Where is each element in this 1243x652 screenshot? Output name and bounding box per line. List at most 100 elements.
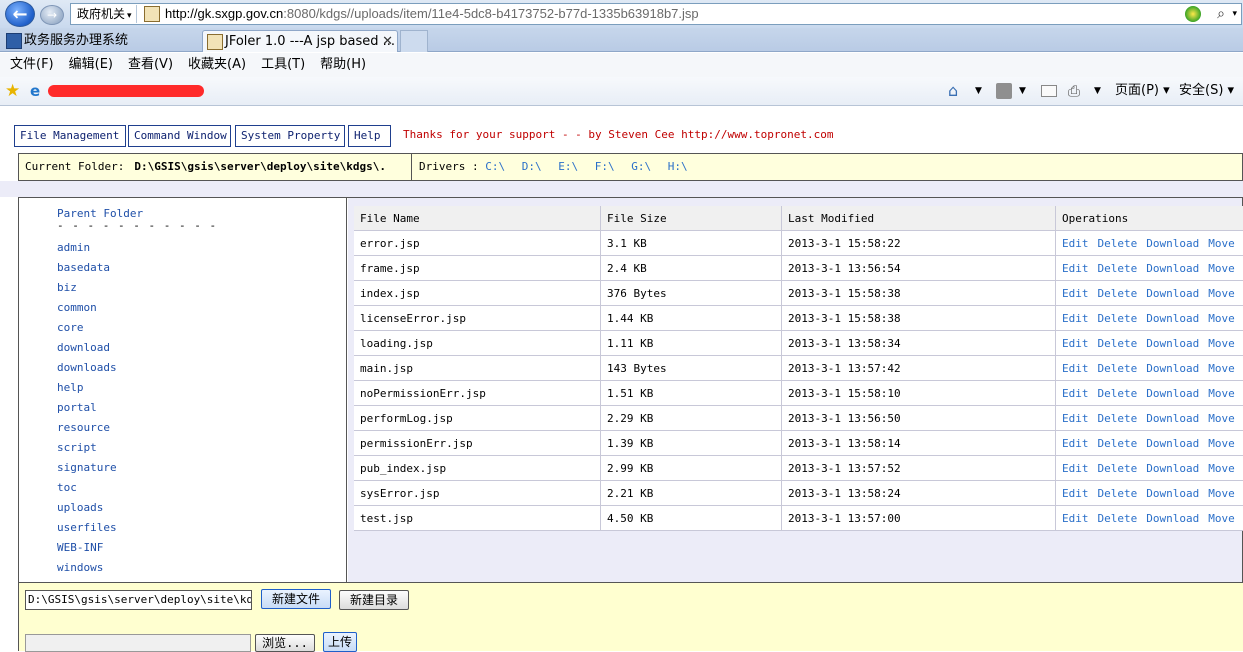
chevron-down-icon[interactable]: ▼ <box>975 81 982 101</box>
delete-link[interactable]: Delete <box>1098 512 1138 525</box>
browse-button[interactable]: 浏览... <box>255 634 315 652</box>
menu-favorites[interactable]: 收藏夹(A) <box>182 54 252 76</box>
move-link[interactable]: Move <box>1208 337 1235 350</box>
url-text[interactable]: http://gk.sxgp.gov.cn:8080/kdgs//uploads… <box>165 4 699 24</box>
folder-link[interactable]: uploads <box>57 498 117 518</box>
compatibility-view-icon[interactable] <box>1185 6 1201 22</box>
delete-link[interactable]: Delete <box>1098 387 1138 400</box>
delete-link[interactable]: Delete <box>1098 412 1138 425</box>
command-window-button[interactable]: Command Window <box>128 125 231 147</box>
delete-link[interactable]: Delete <box>1098 287 1138 300</box>
forward-button[interactable]: → <box>40 5 64 25</box>
feeds-icon[interactable] <box>996 83 1012 99</box>
menu-view[interactable]: 查看(V) <box>122 54 179 76</box>
move-link[interactable]: Move <box>1208 512 1235 525</box>
print-icon[interactable]: ⎙ <box>1068 81 1080 101</box>
edit-link[interactable]: Edit <box>1062 337 1089 350</box>
help-button[interactable]: Help <box>348 125 391 147</box>
favorites-star-icon[interactable]: ★ <box>5 81 20 101</box>
edit-link[interactable]: Edit <box>1062 287 1089 300</box>
home-icon[interactable]: ⌂ <box>948 81 958 101</box>
edit-link[interactable]: Edit <box>1062 237 1089 250</box>
folder-link[interactable]: core <box>57 318 117 338</box>
system-property-button[interactable]: System Property <box>235 125 345 147</box>
menu-file[interactable]: 文件(F) <box>4 54 60 76</box>
delete-link[interactable]: Delete <box>1098 462 1138 475</box>
move-link[interactable]: Move <box>1208 387 1235 400</box>
move-link[interactable]: Move <box>1208 412 1235 425</box>
move-link[interactable]: Move <box>1208 312 1235 325</box>
file-management-button[interactable]: File Management <box>14 125 126 147</box>
folder-link[interactable]: biz <box>57 278 117 298</box>
upload-button[interactable]: 上传 <box>323 632 357 652</box>
download-link[interactable]: Download <box>1146 512 1199 525</box>
download-link[interactable]: Download <box>1146 287 1199 300</box>
download-link[interactable]: Download <box>1146 387 1199 400</box>
download-link[interactable]: Download <box>1146 262 1199 275</box>
back-button[interactable]: ← <box>5 1 35 27</box>
new-folder-button[interactable]: 新建目录 <box>339 590 409 610</box>
drive-link-g[interactable]: G:\ <box>631 160 651 173</box>
drive-link-f[interactable]: F:\ <box>595 160 615 173</box>
folder-link[interactable]: portal <box>57 398 117 418</box>
move-link[interactable]: Move <box>1208 362 1235 375</box>
move-link[interactable]: Move <box>1208 237 1235 250</box>
move-link[interactable]: Move <box>1208 487 1235 500</box>
download-link[interactable]: Download <box>1146 412 1199 425</box>
tab-jfoler[interactable]: JFoler 1.0 ---A jsp based ... ✕ <box>202 30 398 52</box>
download-link[interactable]: Download <box>1146 312 1199 325</box>
site-category-badge[interactable]: 政府机关 ▾ <box>73 5 137 23</box>
folder-link[interactable]: basedata <box>57 258 117 278</box>
delete-link[interactable]: Delete <box>1098 237 1138 250</box>
path-input[interactable]: D:\GSIS\gsis\server\deploy\site\kdgs\ <box>25 590 252 610</box>
chevron-down-icon[interactable]: ▾ <box>1232 4 1237 24</box>
close-icon[interactable]: ✕ <box>382 31 393 52</box>
delete-link[interactable]: Delete <box>1098 262 1138 275</box>
move-link[interactable]: Move <box>1208 287 1235 300</box>
folder-link[interactable]: common <box>57 298 117 318</box>
folder-link[interactable]: signature <box>57 458 117 478</box>
folder-link[interactable]: windows <box>57 558 117 578</box>
edit-link[interactable]: Edit <box>1062 462 1089 475</box>
move-link[interactable]: Move <box>1208 462 1235 475</box>
folder-link[interactable]: toc <box>57 478 117 498</box>
edit-link[interactable]: Edit <box>1062 512 1089 525</box>
delete-link[interactable]: Delete <box>1098 337 1138 350</box>
ie-icon[interactable]: e <box>30 82 40 100</box>
search-icon[interactable]: ⌕ <box>1217 4 1225 24</box>
move-link[interactable]: Move <box>1208 437 1235 450</box>
edit-link[interactable]: Edit <box>1062 487 1089 500</box>
move-link[interactable]: Move <box>1208 262 1235 275</box>
download-link[interactable]: Download <box>1146 487 1199 500</box>
download-link[interactable]: Download <box>1146 337 1199 350</box>
folder-link[interactable]: downloads <box>57 358 117 378</box>
chevron-down-icon[interactable]: ▼ <box>1094 81 1101 101</box>
folder-link[interactable]: WEB-INF <box>57 538 117 558</box>
mail-icon[interactable] <box>1041 85 1057 97</box>
edit-link[interactable]: Edit <box>1062 412 1089 425</box>
folder-link[interactable]: download <box>57 338 117 358</box>
page-menu-button[interactable]: 页面(P) ▾ <box>1115 81 1170 101</box>
address-bar[interactable]: 政府机关 ▾ http://gk.sxgp.gov.cn:8080/kdgs//u… <box>70 3 1242 25</box>
menu-tools[interactable]: 工具(T) <box>255 54 311 76</box>
drive-link-c[interactable]: C:\ <box>485 160 505 173</box>
download-link[interactable]: Download <box>1146 462 1199 475</box>
delete-link[interactable]: Delete <box>1098 362 1138 375</box>
folder-link[interactable]: script <box>57 438 117 458</box>
folder-link[interactable]: userfiles <box>57 518 117 538</box>
new-file-button[interactable]: 新建文件 <box>261 589 331 609</box>
folder-link[interactable]: admin <box>57 238 117 258</box>
edit-link[interactable]: Edit <box>1062 387 1089 400</box>
tab-gov-service[interactable]: 政务服务办理系统 <box>2 30 200 52</box>
drive-link-e[interactable]: E:\ <box>558 160 578 173</box>
menu-edit[interactable]: 编辑(E) <box>63 54 119 76</box>
edit-link[interactable]: Edit <box>1062 362 1089 375</box>
drive-link-d[interactable]: D:\ <box>522 160 542 173</box>
safety-menu-button[interactable]: 安全(S) ▾ <box>1179 81 1234 101</box>
delete-link[interactable]: Delete <box>1098 487 1138 500</box>
download-link[interactable]: Download <box>1146 237 1199 250</box>
menu-help[interactable]: 帮助(H) <box>314 54 372 76</box>
edit-link[interactable]: Edit <box>1062 437 1089 450</box>
chevron-down-icon[interactable]: ▼ <box>1019 81 1026 101</box>
folder-link[interactable]: resource <box>57 418 117 438</box>
